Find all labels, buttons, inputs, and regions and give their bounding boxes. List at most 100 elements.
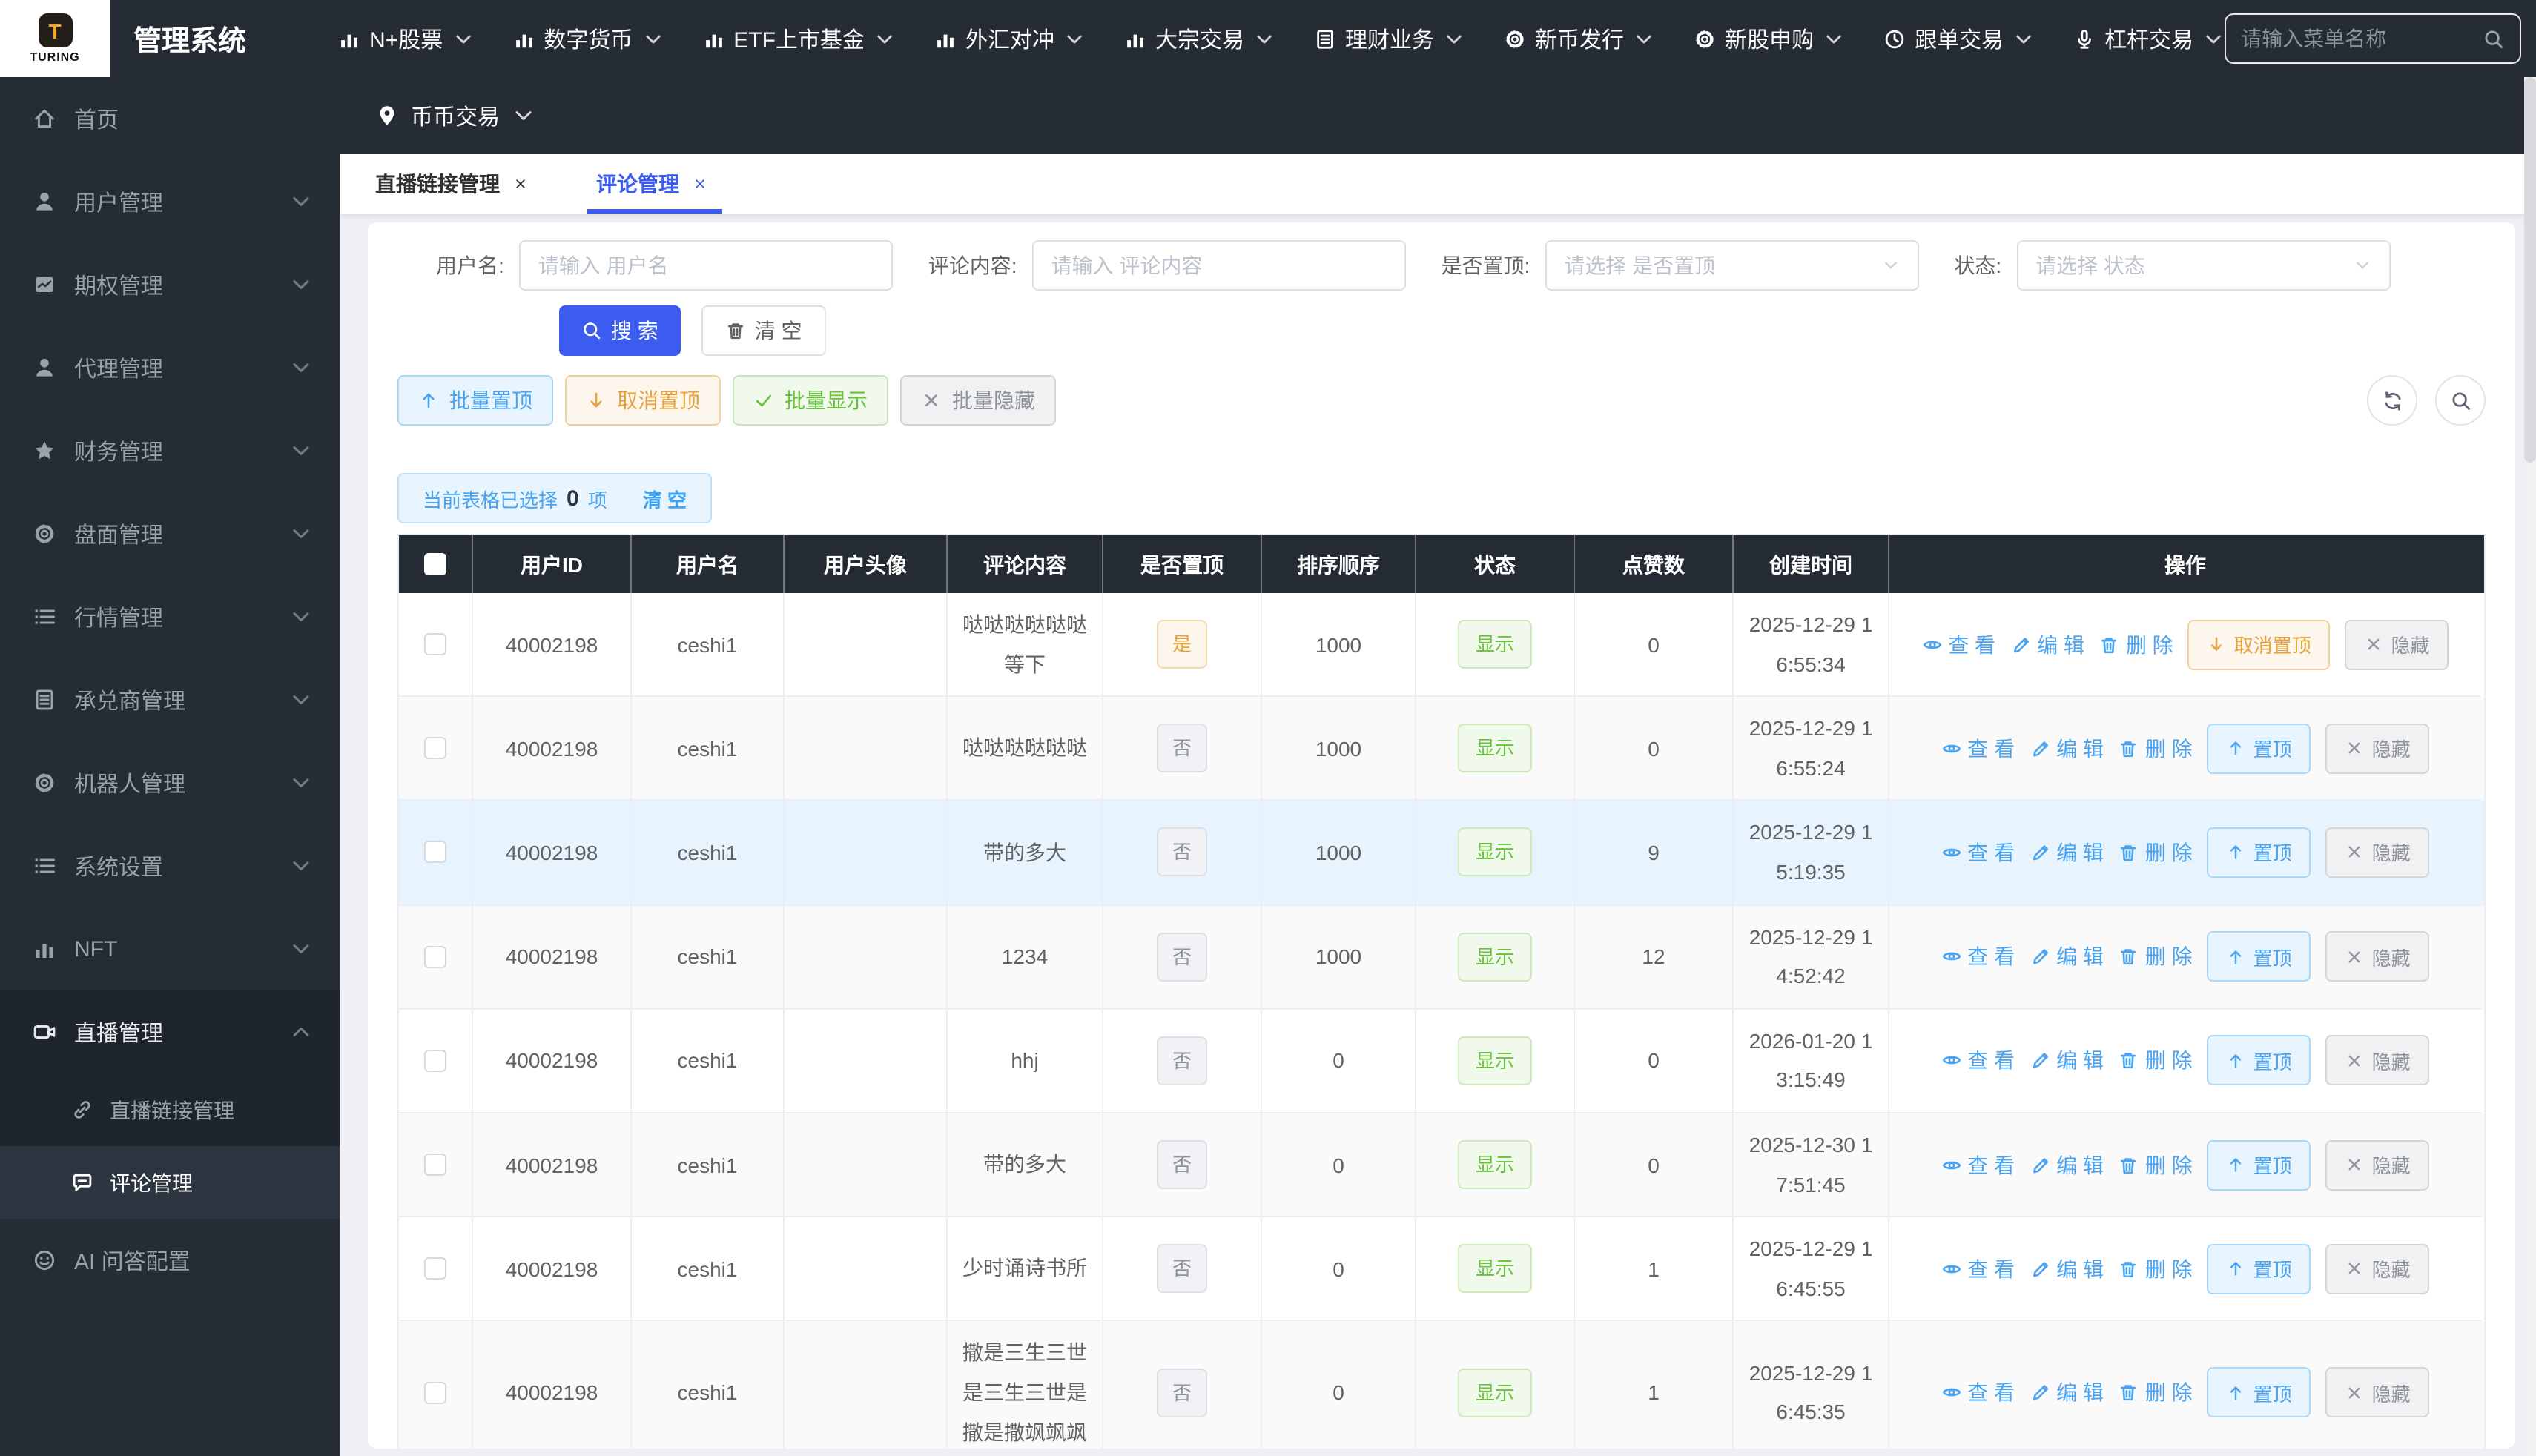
close-icon[interactable] <box>693 176 707 191</box>
edit-link[interactable]: 编 辑 <box>2030 838 2104 867</box>
edit-link[interactable]: 编 辑 <box>2030 1046 2104 1076</box>
pin-button[interactable]: 置顶 <box>2208 1243 2311 1294</box>
edit-link[interactable]: 编 辑 <box>2030 1150 2104 1179</box>
view-link[interactable]: 查 看 <box>1921 629 1995 659</box>
pin-button[interactable]: 置顶 <box>2208 1139 2311 1190</box>
pin-button[interactable]: 置顶 <box>2208 724 2311 774</box>
hide-button[interactable]: 隐藏 <box>2326 1367 2430 1417</box>
row-checkbox[interactable] <box>424 945 446 967</box>
sidebar-item[interactable]: 机器人管理 <box>0 741 340 824</box>
pin-button[interactable]: 置顶 <box>2208 827 2311 878</box>
nav-item[interactable]: N+股票 <box>338 23 474 54</box>
nav-item[interactable]: 新股申购 <box>1694 23 1845 54</box>
pin-button[interactable]: 置顶 <box>2208 1036 2311 1086</box>
pin-button[interactable]: 置顶 <box>2208 1367 2311 1417</box>
nav-item[interactable]: 外汇对冲 <box>934 23 1086 54</box>
hide-button[interactable]: 隐藏 <box>2326 827 2430 878</box>
sidebar-item[interactable]: 财务管理 <box>0 409 340 492</box>
page-scrollbar[interactable] <box>2524 77 2536 1456</box>
menu-search-input[interactable] <box>2241 27 2483 50</box>
close-icon[interactable] <box>513 176 528 191</box>
view-link[interactable]: 查 看 <box>1941 942 2015 971</box>
hide-button[interactable]: 隐藏 <box>2345 619 2449 669</box>
delete-link[interactable]: 删 除 <box>2119 1377 2193 1407</box>
select-all-checkbox[interactable] <box>424 553 446 575</box>
batch-warning-button[interactable]: 取消置顶 <box>565 375 721 426</box>
nav-item[interactable]: ETF上市基金 <box>702 23 896 54</box>
row-checkbox[interactable] <box>424 633 446 655</box>
sidebar-item[interactable]: AI 问答配置 <box>0 1219 340 1302</box>
delete-link[interactable]: 删 除 <box>2119 734 2193 764</box>
nav-item[interactable]: 杠杆交易 <box>2073 23 2225 54</box>
edit-link[interactable]: 编 辑 <box>2030 734 2104 764</box>
sidebar-item[interactable]: 系统设置 <box>0 824 340 907</box>
row-checkbox[interactable] <box>424 1154 446 1176</box>
nav-item[interactable]: 理财业务 <box>1314 23 1465 54</box>
delete-link[interactable]: 删 除 <box>2119 1150 2193 1179</box>
nav-item[interactable]: 新币发行 <box>1504 23 1655 54</box>
row-checkbox[interactable] <box>424 1050 446 1072</box>
sidebar-subitem[interactable]: 直播链接管理 <box>0 1073 340 1146</box>
status-select[interactable]: 请选择 状态 <box>2016 240 2390 291</box>
refresh-button[interactable] <box>2367 375 2417 426</box>
hide-button[interactable]: 隐藏 <box>2326 724 2430 774</box>
nav-item[interactable]: 跟单交易 <box>1883 23 2035 54</box>
hide-button[interactable]: 隐藏 <box>2326 1243 2430 1294</box>
delete-link[interactable]: 删 除 <box>2099 629 2173 659</box>
sidebar-item[interactable]: 直播管理 <box>0 990 340 1073</box>
clear-button[interactable]: 清 空 <box>701 305 826 356</box>
search-button[interactable]: 搜 索 <box>559 305 681 356</box>
view-link[interactable]: 查 看 <box>1941 1254 2015 1283</box>
batch-primary-button[interactable]: 批量置顶 <box>397 375 553 426</box>
view-link[interactable]: 查 看 <box>1941 1046 2015 1076</box>
hide-button[interactable]: 隐藏 <box>2326 1139 2430 1190</box>
delete-link[interactable]: 删 除 <box>2119 1254 2193 1283</box>
sidebar-item[interactable]: 用户管理 <box>0 160 340 243</box>
delete-link[interactable]: 删 除 <box>2119 942 2193 971</box>
batch-success-button[interactable]: 批量显示 <box>733 375 888 426</box>
hide-button[interactable]: 隐藏 <box>2326 931 2430 982</box>
edit-link[interactable]: 编 辑 <box>2010 629 2084 659</box>
sidebar-item[interactable]: NFT <box>0 907 340 990</box>
unpin-button[interactable]: 取消置顶 <box>2188 619 2331 669</box>
edit-link[interactable]: 编 辑 <box>2030 1254 2104 1283</box>
sidebar-subitem[interactable]: 评论管理 <box>0 1146 340 1219</box>
row-checkbox[interactable] <box>424 1381 446 1403</box>
tab[interactable]: 直播链接管理 <box>375 154 528 214</box>
batch-info-button[interactable]: 批量隐藏 <box>900 375 1056 426</box>
market-switcher[interactable]: 币币交易 <box>340 77 2536 154</box>
hide-button[interactable]: 隐藏 <box>2326 1036 2430 1086</box>
edit-link[interactable]: 编 辑 <box>2030 1377 2104 1407</box>
view-link[interactable]: 查 看 <box>1941 838 2015 867</box>
username-input[interactable] <box>519 240 893 291</box>
pin-button[interactable]: 置顶 <box>2208 931 2311 982</box>
row-checkbox[interactable] <box>424 841 446 864</box>
comment-input[interactable] <box>1032 240 1406 291</box>
view-link[interactable]: 查 看 <box>1941 734 2015 764</box>
edit-link[interactable]: 编 辑 <box>2030 942 2104 971</box>
sidebar-item[interactable]: 首页 <box>0 77 340 160</box>
sidebar-item[interactable]: 行情管理 <box>0 575 340 658</box>
nav-item[interactable]: 数字货币 <box>512 23 664 54</box>
menu-search-box[interactable] <box>2225 13 2521 64</box>
view-link[interactable]: 查 看 <box>1941 1377 2015 1407</box>
cell-created: 2025-12-29 16:45:35 <box>1734 1322 1889 1449</box>
sidebar-item[interactable]: 承兑商管理 <box>0 658 340 741</box>
scrollbar-thumb[interactable] <box>2524 77 2536 463</box>
sidebar-item[interactable]: 代理管理 <box>0 326 340 409</box>
nav-item[interactable]: 大宗交易 <box>1124 23 1275 54</box>
delete-link[interactable]: 删 除 <box>2119 1046 2193 1076</box>
pinned-select[interactable]: 请选择 是否置顶 <box>1545 240 1918 291</box>
row-checkbox[interactable] <box>424 738 446 760</box>
brand-logo[interactable]: T TURING <box>0 0 110 77</box>
row-checkbox[interactable] <box>424 1257 446 1280</box>
sidebar-item[interactable]: 期权管理 <box>0 243 340 326</box>
cell-user-id: 40002198 <box>473 1322 632 1449</box>
view-link[interactable]: 查 看 <box>1941 1150 2015 1179</box>
tab[interactable]: 评论管理 <box>596 154 707 214</box>
pin-button-label: 置顶 <box>2253 1378 2292 1406</box>
delete-link[interactable]: 删 除 <box>2119 838 2193 867</box>
selection-clear-link[interactable]: 清 空 <box>643 484 687 512</box>
sidebar-item[interactable]: 盘面管理 <box>0 492 340 575</box>
table-search-button[interactable] <box>2435 375 2486 426</box>
